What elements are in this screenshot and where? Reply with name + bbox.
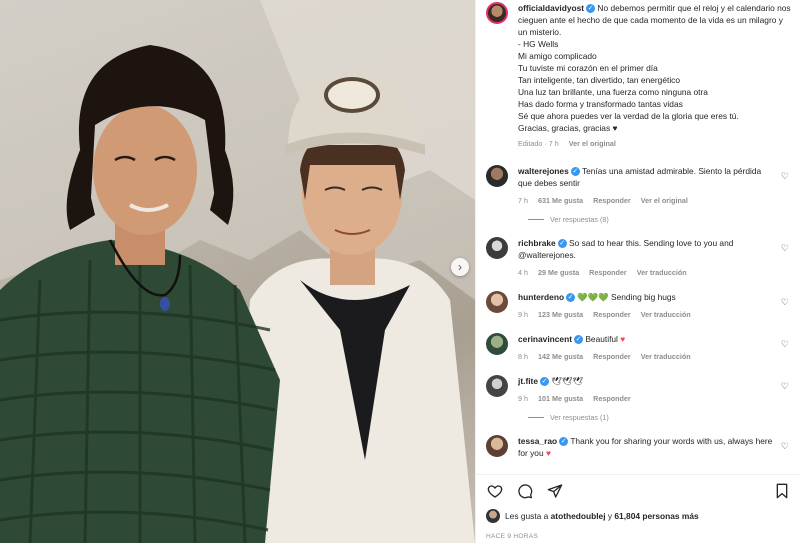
post-timestamp[interactable]: HACE 9 HORAS [486,533,791,540]
like-comment-heart-icon[interactable]: ♡ [781,171,789,182]
edited-label: Editado · 7 h [518,139,559,148]
comment-time: 9 h [518,310,528,319]
comment-avatar[interactable] [486,237,508,259]
comment-bubble-icon[interactable] [516,482,534,500]
verified-badge-icon: ✓ [570,167,580,177]
reply-button[interactable]: Responder [593,394,631,403]
verified-badge-icon: ✓ [566,293,576,303]
caption-meta: Editado · 7 h Ver el original [518,138,791,150]
likes-count[interactable]: 61,804 personas más [614,511,698,521]
caption-line: Tan inteligente, tan divertido, tan ener… [518,75,681,85]
like-comment-heart-icon[interactable]: ♡ [781,297,789,308]
comments-scroll[interactable]: officialdavidyost ✓ No debemos permitir q… [476,0,800,474]
see-translation-link[interactable]: Ver traducción [641,352,691,361]
view-replies-label: Ver respuestas (8) [550,215,609,224]
comment-item: walterejones ✓ Tenías una amistad admirab… [486,165,791,207]
caption-line: Tu tuviste mi corazón en el primer día [518,63,658,73]
like-comment-heart-icon[interactable]: ♡ [781,441,789,452]
comment-username[interactable]: cerinavincent [518,334,572,344]
comment-text: 🕊🕊🕊 [551,376,584,386]
post-side-panel: officialdavidyost ✓ No debemos permitir q… [475,0,800,543]
like-comment-heart-icon[interactable]: ♡ [781,339,789,350]
post-photo: › [0,0,475,543]
comment-username[interactable]: tessa_rao [518,436,557,446]
caption-line: Una luz tan brillante, una fuerza como n… [518,87,708,97]
see-original-link[interactable]: Ver el original [641,196,688,205]
comment-item: hunterdeno ✓ 💚💚💚 Sending big hugs 9 h 123… [486,291,791,321]
caption-line: Gracias, gracias, gracias ♥ [518,123,618,133]
red-heart-emoji: ♥ [620,334,626,344]
likes-prefix: Les gusta a [505,511,551,521]
view-replies[interactable]: Ver respuestas (1) [528,413,791,422]
author-avatar[interactable] [486,2,508,24]
comment-time: 7 h [518,196,528,205]
verified-badge-icon: ✓ [540,377,550,387]
reply-button[interactable]: Responder [593,310,631,319]
verified-badge-icon: ✓ [557,239,567,249]
comment-avatar[interactable] [486,375,508,397]
comment-item: jt.fite ✓ 🕊🕊🕊 9 h 101 Me gusta Responder … [486,375,791,405]
comment-meta: 9 h 123 Me gusta Responder Ver traducció… [518,309,773,321]
see-translation-link[interactable]: Ver traducción [641,310,691,319]
post-actions: Les gusta a atothedoublej y 61,804 perso… [476,474,800,543]
caption-line: Sé que ahora puedes ver la verdad de la … [518,111,739,121]
comment-username[interactable]: jt.fite [518,376,538,386]
comment-likes[interactable]: 29 Me gusta [538,268,579,277]
photo-illustration [0,0,475,543]
likes-summary: Les gusta a atothedoublej y 61,804 perso… [486,509,791,523]
reply-button[interactable]: Responder [589,268,627,277]
verified-badge-icon: ✓ [559,437,569,447]
caption-line: Mi amigo complicado [518,51,597,61]
comment-likes[interactable]: 142 Me gusta [538,352,583,361]
comment-time: 4 h [518,268,528,277]
reply-button[interactable]: Responder [593,352,631,361]
comment-username[interactable]: richbrake [518,238,556,248]
share-paper-plane-icon[interactable] [546,482,564,500]
comment-item: richbrake ✓ So sad to hear this. Sending … [486,237,791,279]
save-bookmark-icon[interactable] [773,482,791,500]
comment-meta: 9 h 101 Me gusta Responder [518,393,773,405]
see-translation-link[interactable]: Ver traducción [637,268,687,277]
see-original-link[interactable]: Ver el original [569,139,616,148]
post-caption: officialdavidyost ✓ No debemos permitir q… [486,2,791,150]
comment-username[interactable]: hunterdeno [518,292,564,302]
comment-meta: 4 h 29 Me gusta Responder Ver traducción [518,267,773,279]
comment-item: cerinavincent ✓ Beautiful ♥ 8 h 142 Me gu… [486,333,791,363]
replies-divider [528,219,544,220]
next-image-button[interactable]: › [451,258,469,276]
action-icons [486,475,791,507]
green-hearts-emoji: 💚💚💚 [577,292,609,302]
liker-avatar[interactable] [486,509,500,523]
comment-avatar[interactable] [486,333,508,355]
comment-time: 9 h [518,394,528,403]
verified-badge-icon: ✓ [574,335,583,345]
comment-likes[interactable]: 101 Me gusta [538,394,583,403]
like-comment-heart-icon[interactable]: ♡ [781,243,789,254]
like-heart-icon[interactable] [486,482,504,500]
comment-text: Sending big hugs [608,292,676,302]
red-heart-emoji: ♥ [545,448,551,458]
comment-username[interactable]: walterejones [518,166,569,176]
comment-avatar[interactable] [486,435,508,457]
comment-likes[interactable]: 631 Me gusta [538,196,583,205]
view-replies[interactable]: Ver respuestas (8) [528,215,791,224]
liker-username[interactable]: atothedoublej [551,511,606,521]
like-comment-heart-icon[interactable]: ♡ [781,381,789,392]
author-username[interactable]: officialdavidyost [518,3,584,13]
replies-divider [528,417,544,418]
comment-meta: 7 h 631 Me gusta Responder Ver el origin… [518,195,773,207]
view-replies-label: Ver respuestas (1) [550,413,609,422]
comment-meta: 8 h 142 Me gusta Responder Ver traducció… [518,351,773,363]
comment-avatar[interactable] [486,165,508,187]
caption-line: Has dado forma y transformado tantas vid… [518,99,683,109]
comment-time: 8 h [518,352,528,361]
caption-line: - HG Wells [518,39,559,49]
comment-item: tessa_rao ✓ Thank you for sharing your wo… [486,435,791,459]
verified-badge-icon: ✓ [586,4,596,14]
comment-text: Beautiful [585,334,621,344]
comment-avatar[interactable] [486,291,508,313]
comment-likes[interactable]: 123 Me gusta [538,310,583,319]
reply-button[interactable]: Responder [593,196,631,205]
